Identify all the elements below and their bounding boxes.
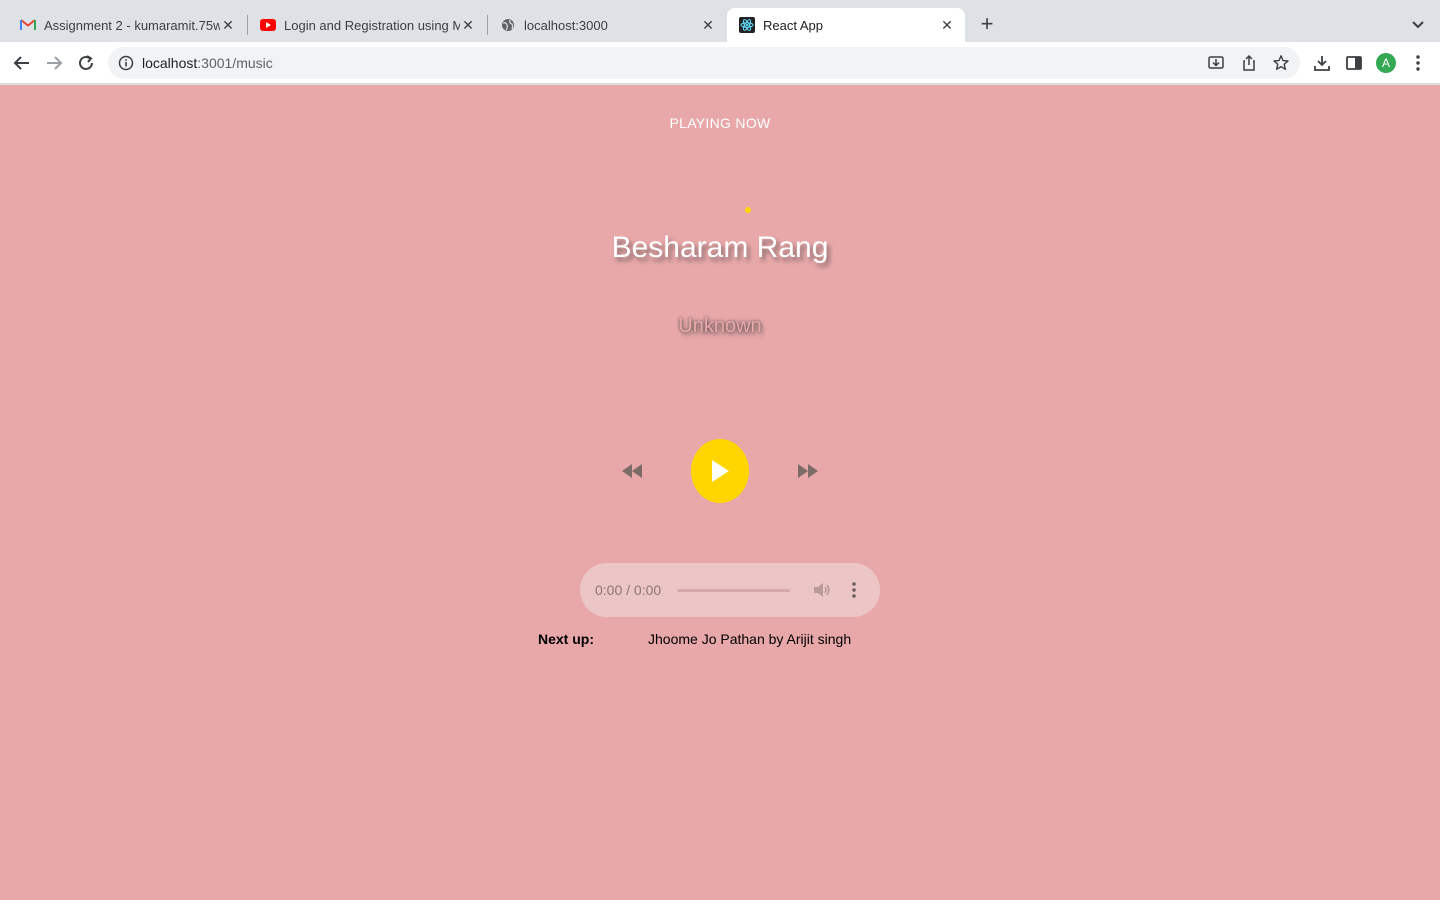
previous-button[interactable] [620, 459, 644, 483]
address-bar[interactable]: localhost:3001/music [108, 47, 1300, 79]
song-title: Besharam Rang [611, 231, 829, 264]
tab-react-app[interactable]: React App ✕ [727, 8, 965, 42]
next-up-song: Jhoome Jo Pathan by Arijit singh [648, 631, 852, 647]
arrow-right-icon [47, 56, 63, 70]
forward-button[interactable] [42, 51, 66, 75]
new-tab-button[interactable]: + [976, 13, 998, 36]
download-icon[interactable] [1312, 53, 1332, 73]
tab-title: Login and Registration using M [284, 17, 460, 33]
reload-icon [79, 55, 93, 70]
youtube-icon [260, 17, 276, 33]
bookmark-star-icon[interactable] [1271, 53, 1291, 73]
close-icon[interactable]: ✕ [220, 17, 236, 33]
browser-toolbar: localhost:3001/music A [0, 42, 1440, 84]
audio-player[interactable]: 0:00 / 0:00 [580, 563, 880, 617]
close-icon[interactable]: ✕ [460, 17, 476, 33]
music-player-page: PLAYING NOW Besharam Rang Unknown 0:00 /… [0, 85, 1440, 900]
chevron-down-icon[interactable] [1408, 14, 1428, 34]
profile-avatar[interactable]: A [1376, 53, 1396, 73]
next-up-label: Next up: [538, 631, 594, 647]
url-host: localhost [142, 55, 198, 71]
audio-time: 0:00 / 0:00 [595, 582, 662, 598]
audio-seek-slider[interactable] [677, 589, 790, 592]
more-vert-icon[interactable] [846, 580, 862, 600]
install-app-icon[interactable] [1206, 53, 1226, 73]
tab-title: Assignment 2 - kumaramit.75w [44, 17, 220, 33]
next-button[interactable] [796, 459, 820, 483]
play-button[interactable] [691, 439, 749, 503]
fast-forward-icon [798, 464, 818, 478]
song-artist: Unknown [678, 315, 762, 337]
tab-youtube[interactable]: Login and Registration using M ✕ [248, 8, 486, 42]
rewind-icon [622, 464, 642, 478]
loading-dot [745, 207, 751, 213]
side-panel-icon[interactable] [1344, 53, 1364, 73]
info-icon[interactable] [118, 55, 134, 71]
back-button[interactable] [10, 51, 34, 75]
share-icon[interactable] [1239, 53, 1259, 73]
globe-icon [500, 17, 516, 33]
playing-now-label: PLAYING NOW [669, 115, 771, 131]
arrow-left-icon [13, 56, 29, 70]
tab-strip: Assignment 2 - kumaramit.75w ✕ Login and… [0, 0, 1440, 42]
tab-gmail[interactable]: Assignment 2 - kumaramit.75w ✕ [8, 8, 246, 42]
url-path: :3001/music [197, 55, 273, 71]
tab-title: localhost:3000 [524, 17, 608, 33]
volume-icon[interactable] [811, 580, 831, 600]
url-text[interactable]: localhost:3001/music [142, 55, 273, 71]
close-icon[interactable]: ✕ [939, 17, 955, 33]
react-icon [739, 17, 755, 33]
play-icon [712, 460, 729, 482]
tab-localhost-3000[interactable]: localhost:3000 ✕ [488, 8, 726, 42]
tab-title: React App [763, 17, 823, 33]
close-icon[interactable]: ✕ [700, 17, 716, 33]
gmail-icon [20, 17, 36, 33]
more-vert-icon[interactable] [1408, 53, 1428, 73]
reload-button[interactable] [74, 51, 98, 75]
